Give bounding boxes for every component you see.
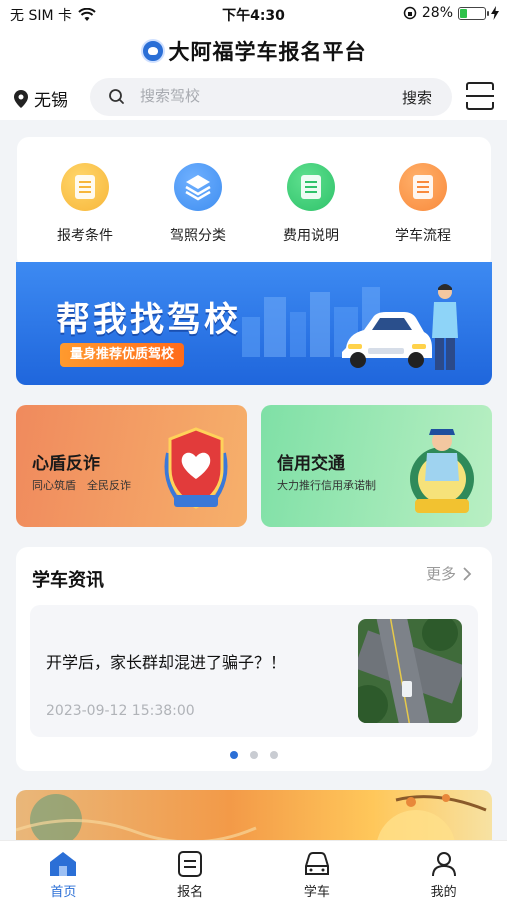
- document-icon: [61, 163, 109, 211]
- promo-subtitle: 大力推行信用承诺制: [277, 479, 376, 492]
- instructor-illustration: [432, 284, 458, 370]
- app-header: 大阿福学车报名平台 无锡 搜索: [0, 28, 507, 120]
- user-icon: [431, 852, 456, 877]
- tab-label: 我的: [430, 885, 457, 900]
- page-title: 大阿福学车报名平台: [168, 40, 367, 64]
- carousel-indicator: [16, 751, 492, 759]
- promo-anti-fraud[interactable]: 心盾反诈 同心筑盾 全民反诈: [16, 405, 247, 527]
- quick-entry-label: 费用说明: [283, 228, 339, 244]
- city-selector[interactable]: 无锡: [14, 86, 68, 111]
- chevron-right-icon: [463, 566, 472, 581]
- search-input[interactable]: [140, 87, 360, 105]
- promo-title: 信用交通: [277, 454, 345, 474]
- quick-entry-label: 学车流程: [395, 228, 451, 244]
- banner-title: 帮我找驾校: [56, 300, 241, 340]
- carousel-dot[interactable]: [230, 751, 238, 759]
- home-icon: [50, 852, 77, 876]
- bottom-tab-bar: 首页 报名 学车 我的: [0, 840, 507, 900]
- traffic-police-icon: [410, 429, 474, 513]
- car-icon: [304, 852, 329, 875]
- quick-entry-license-types[interactable]: 驾照分类: [148, 163, 248, 245]
- city-label: 无锡: [34, 91, 68, 111]
- news-item-date: 2023-09-12 15:38:00: [46, 703, 195, 719]
- tab-mine[interactable]: 我的: [380, 841, 507, 900]
- quick-entry-process[interactable]: 学车流程: [373, 163, 473, 245]
- news-heading: 学车资讯: [32, 570, 104, 591]
- battery-percent: 28%: [421, 5, 453, 21]
- more-label: 更多: [425, 565, 456, 583]
- search-button[interactable]: 搜索: [402, 87, 432, 108]
- find-school-banner[interactable]: 帮我找驾校 量身推荐优质驾校: [16, 262, 492, 385]
- tab-signup[interactable]: 报名: [127, 841, 254, 900]
- carousel-dot[interactable]: [270, 751, 278, 759]
- news-item[interactable]: 开学后，家长群却混进了骗子？！ 2023-09-12 15:38:00: [30, 605, 478, 737]
- search-bar: 搜索: [90, 78, 452, 116]
- tab-label: 首页: [50, 885, 77, 900]
- orientation-lock-icon: [403, 6, 417, 20]
- quick-entry-fees[interactable]: 费用说明: [261, 163, 361, 245]
- list-icon: [399, 163, 447, 211]
- app-logo-icon: [140, 39, 165, 63]
- shield-badge-icon: [164, 427, 228, 509]
- tab-home[interactable]: 首页: [0, 841, 127, 900]
- layers-icon: [174, 163, 222, 211]
- promo-subtitle: 同心筑盾 全民反诈: [32, 479, 131, 492]
- location-pin-icon: [14, 89, 28, 108]
- carousel-dot[interactable]: [250, 751, 258, 759]
- news-more-link[interactable]: 更多: [426, 563, 472, 584]
- charging-icon: [491, 6, 499, 20]
- scan-icon[interactable]: [464, 80, 496, 112]
- news-section: 学车资讯 更多 开学后，家长群却混进了骗子？！ 2023-09-12 15:38…: [16, 547, 492, 771]
- promo-title: 心盾反诈: [32, 454, 100, 474]
- battery-icon: [458, 6, 489, 20]
- status-bar: 无 SIM 卡 下午4:30 28%: [0, 0, 507, 28]
- quick-entry-label: 驾照分类: [170, 228, 226, 244]
- quick-entry-exam-conditions[interactable]: 报考条件: [35, 163, 135, 245]
- quick-entry-card: 报考条件 驾照分类 费用说明 学车流程: [17, 137, 491, 269]
- news-thumbnail: [358, 619, 462, 723]
- tab-label: 报名: [177, 885, 204, 900]
- signup-icon: [178, 851, 203, 877]
- tab-label: 学车: [303, 885, 330, 900]
- quick-entry-label: 报考条件: [57, 228, 113, 244]
- banner-subtitle: 量身推荐优质驾校: [60, 343, 185, 367]
- news-item-title: 开学后，家长群却混进了骗子？！: [46, 653, 287, 672]
- car-illustration: [342, 312, 432, 368]
- promo-credit-traffic[interactable]: 信用交通 大力推行信用承诺制: [261, 405, 492, 527]
- tab-learn-driving[interactable]: 学车: [254, 841, 381, 900]
- search-icon: [109, 89, 124, 104]
- receipt-icon: [287, 163, 335, 211]
